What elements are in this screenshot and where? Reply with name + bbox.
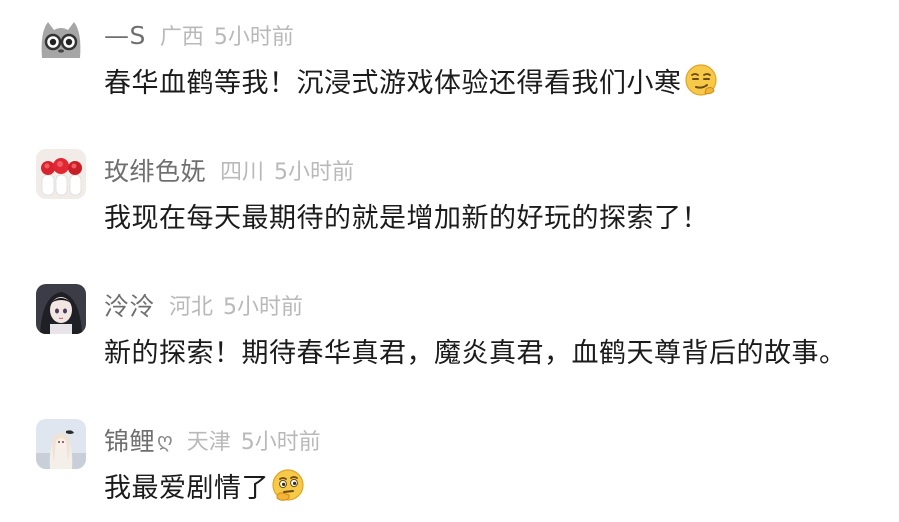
comment-content: 新的探索！期待春华真君，魔炎真君，血鹤天尊背后的故事。	[104, 332, 847, 369]
location-label: 天津	[186, 430, 231, 455]
avatar[interactable]	[36, 14, 86, 64]
comment-text: 我现在每天最期待的就是增加新的好玩的探索了！	[104, 202, 709, 234]
comment-meta: —S 广西 5小时前	[104, 19, 294, 51]
timestamp: 5小时前	[213, 25, 294, 50]
avatar[interactable]	[36, 284, 86, 334]
comment-content: 我现在每天最期待的就是增加新的好玩的探索了！	[104, 197, 709, 234]
comment-content: 我最爱剧情了	[104, 467, 305, 504]
location-label: 河北	[169, 295, 214, 320]
comment-text: 新的探索！期待春华真君，魔炎真君，血鹤天尊背后的故事。	[104, 337, 847, 369]
thinking-emoji-icon	[271, 468, 305, 502]
timestamp: 5小时前	[223, 295, 304, 320]
smirk-emoji-icon	[684, 63, 718, 97]
comment-meta: 玫绯色妩 四川 5小时前	[104, 154, 354, 186]
cat-avatar-icon	[36, 14, 86, 64]
anime-girl-avatar-icon	[36, 284, 86, 334]
location-label: 广西	[159, 25, 204, 50]
comment-text: 我最爱剧情了	[104, 472, 269, 504]
timestamp: 5小时前	[274, 160, 355, 185]
timestamp: 5小时前	[240, 430, 321, 455]
comment-content: 春华血鹤等我！沉浸式游戏体验还得看我们小寒	[104, 62, 718, 99]
avatar[interactable]	[36, 419, 86, 469]
username[interactable]: —S	[104, 21, 146, 50]
comment-text: 春华血鹤等我！沉浸式游戏体验还得看我们小寒	[104, 67, 682, 99]
doll-avatar-icon	[36, 419, 86, 469]
heart-symbol-icon: ღ	[157, 428, 173, 452]
username[interactable]: 泠泠	[104, 287, 155, 323]
comment-meta: 泠泠 河北 5小时前	[104, 289, 303, 321]
avatar[interactable]	[36, 149, 86, 199]
comment-meta: 锦鲤 ღ 天津 5小时前	[104, 424, 321, 456]
username[interactable]: 玫绯色妩	[104, 152, 206, 188]
location-label: 四川	[220, 160, 265, 185]
flower-avatar-icon	[36, 149, 86, 199]
username[interactable]: 锦鲤	[104, 422, 155, 458]
